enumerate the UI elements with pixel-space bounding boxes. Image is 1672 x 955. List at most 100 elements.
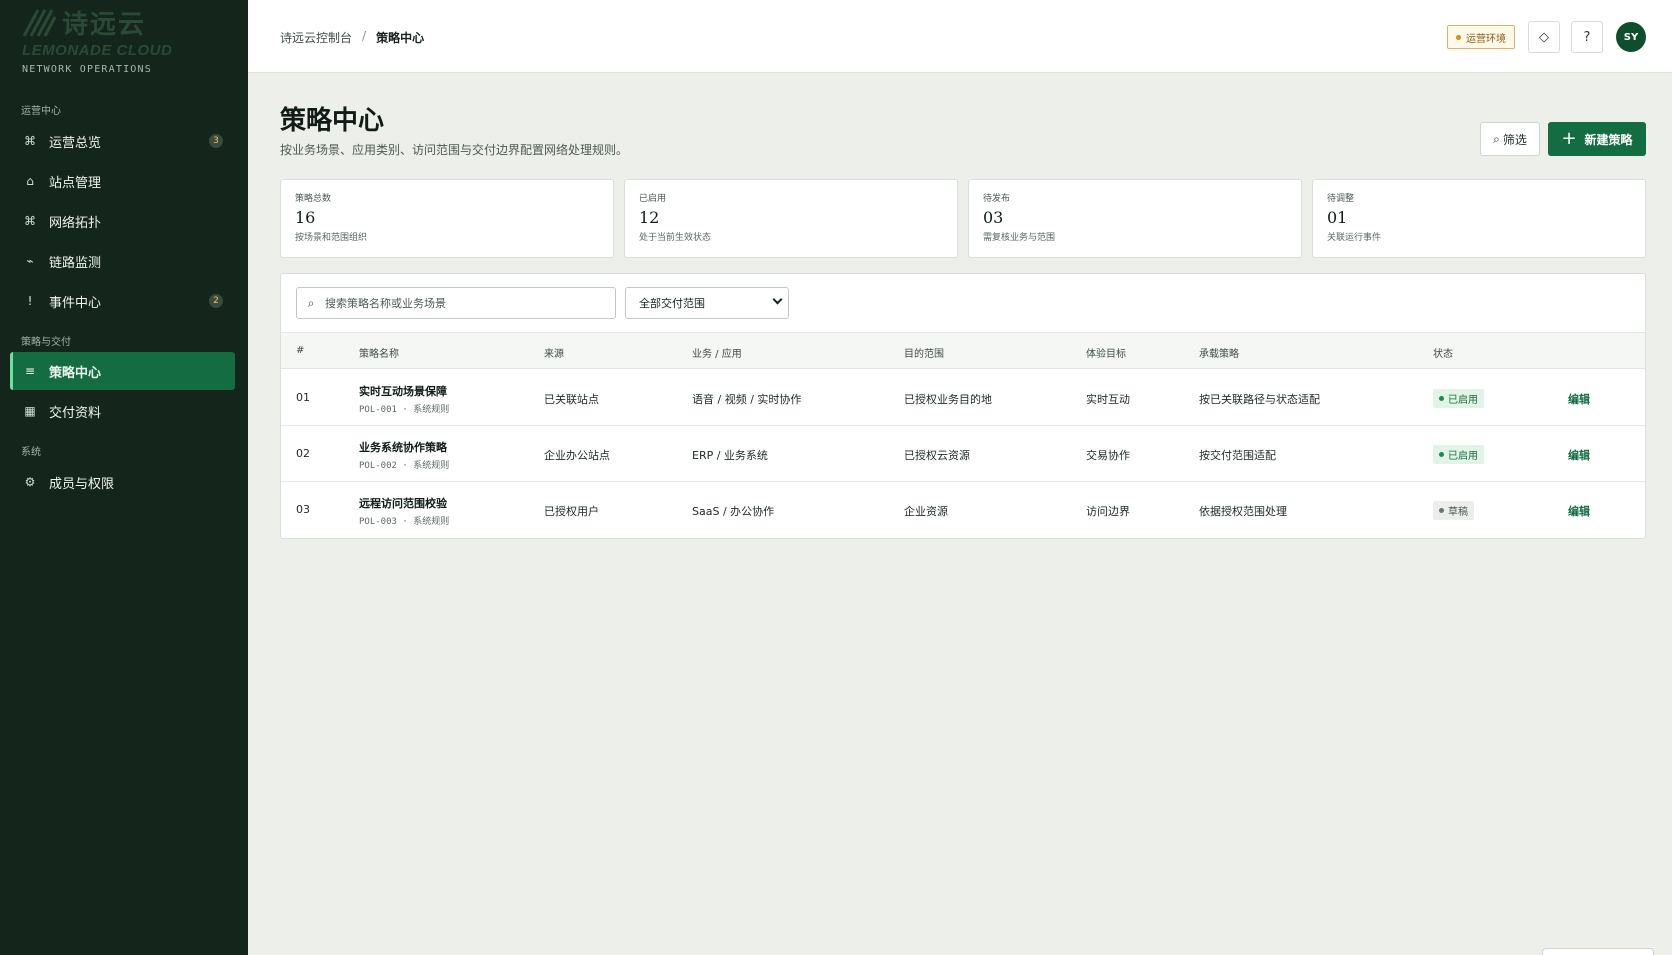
source-cell: 企业办公站点 xyxy=(544,449,610,462)
status-dot-icon xyxy=(1439,508,1444,513)
sidebar-item-sites[interactable]: ⌂ 站点管理 xyxy=(10,162,235,200)
chevron-down-icon xyxy=(772,294,783,305)
breadcrumb-separator: / xyxy=(362,29,367,43)
document-icon: ▦ xyxy=(24,404,36,418)
brand-name-en: LEMONADE CLOUD xyxy=(22,42,173,59)
sidebar-item-label: 站点管理 xyxy=(49,175,102,191)
sidebar-item-policy-center[interactable]: ≡ 策略中心 xyxy=(10,352,235,390)
breadcrumb-current: 策略中心 xyxy=(376,31,425,45)
table-row[interactable]: 03 远程访问范围校验 POL-003 · 系统规则 已授权用户 SaaS / … xyxy=(281,482,1645,538)
page-description: 按业务场景、应用类别、访问范围与交付边界配置网络处理规则。 xyxy=(280,143,629,157)
logo-stripes-icon xyxy=(22,8,56,37)
alert-icon: ! xyxy=(27,294,33,308)
stat-label: 待调整 xyxy=(1327,194,1355,204)
sidebar-item-label: 运营总览 xyxy=(49,135,102,151)
nav-group-operations: 运营中心 xyxy=(21,106,61,117)
sidebar-item-label: 成员与权限 xyxy=(49,476,115,492)
stat-card-total: 策略总数 16 按场景和范围组织 xyxy=(280,179,614,258)
brand-name-cn: 诗远云 xyxy=(62,10,147,40)
brand-logo[interactable]: 诗远云 LEMONADE CLOUD xyxy=(22,4,232,59)
row-number: 03 xyxy=(296,503,310,516)
count-badge: 3 xyxy=(209,134,223,148)
list-icon: ≡ xyxy=(24,364,36,378)
nav-group-system: 系统 xyxy=(21,447,41,458)
destination-cell: 已授权云资源 xyxy=(904,449,970,462)
row-number: 01 xyxy=(296,391,310,404)
policy-name: 远程访问范围校验 xyxy=(359,497,447,510)
policy-name-cell: 远程访问范围校验 POL-003 · 系统规则 xyxy=(359,495,449,527)
column-header: 目的范围 xyxy=(904,349,944,360)
sidebar-item-members[interactable]: ⚙ 成员与权限 xyxy=(10,463,235,501)
sidebar-item-link-monitor[interactable]: ⌁ 链路监测 xyxy=(10,242,235,280)
help-button[interactable]: ? xyxy=(1571,21,1603,53)
filter-button[interactable]: ⌕ 筛选 xyxy=(1480,122,1540,156)
status-badge: 已启用 xyxy=(1433,389,1484,408)
environment-label: 运营环境 xyxy=(1466,33,1506,45)
count-badge: 2 xyxy=(209,294,223,308)
stat-value: 16 xyxy=(295,208,316,227)
source-cell: 已关联站点 xyxy=(544,393,599,406)
table-row[interactable]: 01 实时互动场景保障 POL-001 · 系统规则 已关联站点 语音 / 视频… xyxy=(281,370,1645,426)
sidebar: 诗远云 LEMONADE CLOUD NETWORK OPERATIONS 运营… xyxy=(0,0,248,955)
table-row[interactable]: 02 业务系统协作策略 POL-002 · 系统规则 企业办公站点 ERP / … xyxy=(281,426,1645,482)
policy-code: POL-002 · 系统规则 xyxy=(359,461,450,471)
stat-label: 策略总数 xyxy=(295,194,332,204)
pulse-icon: ⌁ xyxy=(26,254,34,268)
column-header: 策略名称 xyxy=(359,349,399,360)
floating-panel-tab[interactable] xyxy=(1542,948,1654,955)
topology-icon: ⌘ xyxy=(24,214,36,228)
avatar[interactable]: SY xyxy=(1616,22,1646,52)
scope-select[interactable]: 全部交付范围 xyxy=(625,287,789,319)
search-input[interactable]: ⌕ 搜索策略名称或业务场景 xyxy=(296,287,616,319)
stat-value: 12 xyxy=(639,208,660,227)
sidebar-item-overview[interactable]: ⌘ 运营总览 3 xyxy=(10,122,235,160)
goal-cell: 访问边界 xyxy=(1086,505,1130,518)
home-icon: ⌂ xyxy=(26,174,34,188)
sidebar-item-topology[interactable]: ⌘ 网络拓扑 xyxy=(10,202,235,240)
edit-link[interactable]: 编辑 xyxy=(1568,447,1590,463)
column-header: 状态 xyxy=(1433,349,1453,360)
column-header: 体验目标 xyxy=(1086,349,1126,360)
sidebar-item-events[interactable]: ! 事件中心 2 xyxy=(10,282,235,320)
edit-link[interactable]: 编辑 xyxy=(1568,503,1590,519)
destination-cell: 已授权业务目的地 xyxy=(904,393,992,406)
breadcrumb: 诗远云控制台 / 策略中心 xyxy=(280,29,424,46)
gear-icon: ⚙ xyxy=(24,475,36,489)
edit-link[interactable]: 编辑 xyxy=(1568,391,1590,407)
column-header: # xyxy=(296,345,305,356)
breadcrumb-console-link[interactable]: 诗远云控制台 xyxy=(280,29,352,46)
search-icon: ⌕ xyxy=(307,295,315,310)
stat-note: 处于当前生效状态 xyxy=(639,233,712,243)
column-header: 承载策略 xyxy=(1199,349,1239,360)
top-bar: 诗远云控制台 / 策略中心 运营环境 ◇ ? SY xyxy=(248,0,1672,73)
destination-cell: 企业资源 xyxy=(904,505,948,518)
app-cell: SaaS / 办公协作 xyxy=(692,505,775,518)
new-policy-button[interactable]: + 新建策略 xyxy=(1548,122,1646,156)
brand-subtitle: NETWORK OPERATIONS xyxy=(22,64,152,75)
carrier-policy-cell: 按交付范围适配 xyxy=(1199,449,1276,462)
sidebar-item-label: 策略中心 xyxy=(49,365,102,381)
stat-card-pending: 待发布 03 需复核业务与范围 xyxy=(968,179,1302,258)
policy-name: 实时互动场景保障 xyxy=(359,385,447,398)
diamond-button[interactable]: ◇ xyxy=(1528,21,1560,53)
carrier-policy-cell: 按已关联路径与状态适配 xyxy=(1199,393,1320,406)
stat-label: 已启用 xyxy=(639,194,667,204)
stat-note: 按场景和范围组织 xyxy=(295,233,368,243)
search-placeholder: 搜索策略名称或业务场景 xyxy=(325,297,446,310)
sidebar-item-label: 链路监测 xyxy=(49,255,102,271)
sidebar-item-label: 网络拓扑 xyxy=(49,215,102,231)
status-badge: 草稿 xyxy=(1433,501,1474,520)
new-policy-label: 新建策略 xyxy=(1584,132,1633,147)
status-dot-icon xyxy=(1456,34,1461,40)
diamond-icon: ◇ xyxy=(1539,29,1549,45)
search-icon: ⌕ xyxy=(1493,131,1500,146)
filter-label: 筛选 xyxy=(1502,132,1527,147)
stat-label: 待发布 xyxy=(983,194,1011,204)
sidebar-item-delivery-docs[interactable]: ▦ 交付资料 xyxy=(10,392,235,430)
app-cell: 语音 / 视频 / 实时协作 xyxy=(692,393,802,406)
help-icon: ? xyxy=(1583,29,1591,45)
carrier-policy-cell: 依据授权范围处理 xyxy=(1199,505,1287,518)
policy-name-cell: 业务系统协作策略 POL-002 · 系统规则 xyxy=(359,439,449,471)
stat-card-adjust: 待调整 01 关联运行事件 xyxy=(1312,179,1646,258)
command-icon: ⌘ xyxy=(24,134,36,148)
